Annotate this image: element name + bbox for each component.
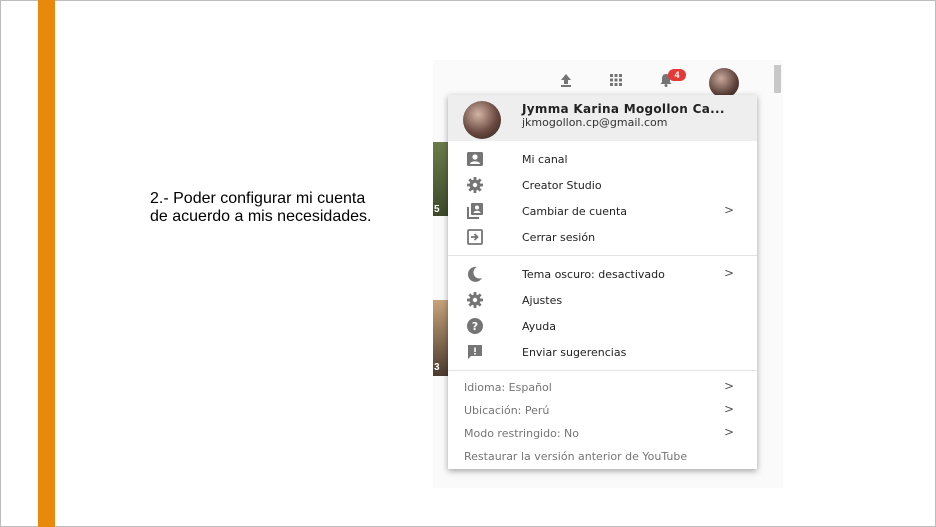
- video-thumbnail[interactable]: 3: [433, 300, 448, 376]
- user-email: jkmogollon.cp@gmail.com: [522, 116, 668, 129]
- person-icon: [466, 150, 484, 168]
- avatar[interactable]: [709, 68, 739, 98]
- help-icon: ?: [466, 317, 484, 335]
- menu-item-enviar-sugerencias[interactable]: Enviar sugerencias: [448, 339, 757, 365]
- account-header: Jymma Karina Mogollon Ca... jkmogollon.c…: [448, 95, 757, 141]
- menu-section-preferences: Idioma: Español > Ubicación: Perú > Modo…: [448, 371, 757, 473]
- sign-out-icon: [466, 228, 484, 246]
- slide-caption: 2.- Poder configurar mi cuenta de acuerd…: [150, 190, 372, 225]
- menu-item-restaurar-version[interactable]: Restaurar la versión anterior de YouTube: [448, 445, 757, 468]
- menu-item-idioma[interactable]: Idioma: Español >: [448, 376, 757, 399]
- menu-item-label: Cerrar sesión: [522, 231, 596, 244]
- menu-item-label: Mi canal: [522, 153, 568, 166]
- thumbnail-number: 5: [434, 204, 440, 215]
- upload-icon[interactable]: [556, 70, 576, 90]
- chevron-right-icon: >: [724, 425, 735, 439]
- menu-item-creator-studio[interactable]: Creator Studio: [448, 172, 757, 198]
- menu-item-label: Ajustes: [522, 294, 563, 307]
- svg-text:?: ?: [472, 320, 478, 333]
- avatar: [463, 101, 501, 139]
- chevron-right-icon: >: [724, 402, 735, 416]
- chevron-right-icon: >: [724, 203, 735, 217]
- user-name: Jymma Karina Mogollon Ca...: [522, 102, 725, 116]
- menu-item-label: Idioma: Español: [464, 381, 552, 394]
- menu-item-modo-restringido[interactable]: Modo restringido: No >: [448, 422, 757, 445]
- menu-item-label: Ayuda: [522, 320, 556, 333]
- gear-icon: [466, 291, 484, 309]
- accent-bar: [38, 0, 55, 527]
- menu-item-cambiar-de-cuenta[interactable]: Cambiar de cuenta >: [448, 198, 757, 224]
- menu-item-label: Modo restringido: No: [464, 427, 579, 440]
- menu-item-cerrar-sesion[interactable]: Cerrar sesión: [448, 224, 757, 250]
- chevron-right-icon: >: [724, 379, 735, 393]
- gear-icon: [466, 176, 484, 194]
- apps-icon[interactable]: [606, 70, 626, 90]
- menu-item-tema-oscuro[interactable]: Tema oscuro: desactivado >: [448, 261, 757, 287]
- menu-item-ajustes[interactable]: Ajustes: [448, 287, 757, 313]
- moon-icon: [466, 265, 484, 283]
- chevron-right-icon: >: [724, 266, 735, 280]
- menu-section-settings: Tema oscuro: desactivado > Ajustes ? Ayu…: [448, 256, 757, 371]
- menu-item-label: Creator Studio: [522, 179, 602, 192]
- video-thumbnail[interactable]: 5: [433, 142, 448, 216]
- menu-item-label: Cambiar de cuenta: [522, 205, 627, 218]
- menu-item-ubicacion[interactable]: Ubicación: Perú >: [448, 399, 757, 422]
- menu-item-label: Restaurar la versión anterior de YouTube: [464, 450, 688, 463]
- menu-item-label: Ubicación: Perú: [464, 404, 550, 417]
- menu-item-ayuda[interactable]: ? Ayuda: [448, 313, 757, 339]
- notification-badge: 4: [668, 69, 686, 81]
- switch-account-icon: [466, 202, 484, 220]
- thumbnail-number: 3: [434, 362, 440, 373]
- scrollbar[interactable]: [774, 65, 781, 93]
- feedback-icon: [466, 343, 484, 361]
- menu-item-label: Enviar sugerencias: [522, 346, 627, 359]
- menu-item-label: Tema oscuro: desactivado: [522, 268, 665, 281]
- menu-item-mi-canal[interactable]: Mi canal: [448, 146, 757, 172]
- menu-section-account: Mi canal Creator Studio Cambiar de cuent…: [448, 141, 757, 256]
- account-menu: Jymma Karina Mogollon Ca... jkmogollon.c…: [448, 95, 757, 469]
